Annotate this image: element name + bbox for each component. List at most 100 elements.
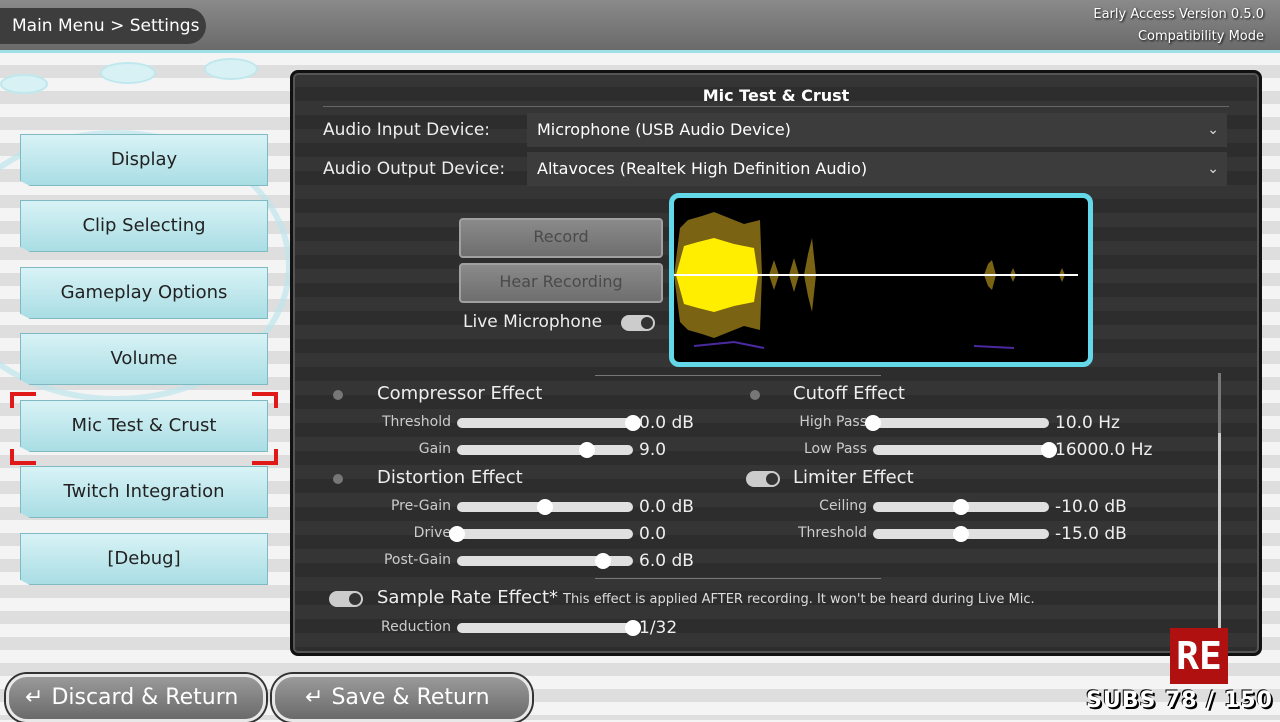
sidebar-item-debug[interactable]: [Debug] [20, 533, 268, 585]
audio-input-label: Audio Input Device: [323, 120, 491, 140]
scrollbar-thumb[interactable] [1218, 433, 1221, 628]
limiter-threshold-label: Threshold [798, 525, 867, 541]
return-arrow-icon: ↵ [25, 685, 44, 710]
drive-slider[interactable] [449, 526, 633, 542]
sidebar-item-gameplay-options[interactable]: Gameplay Options [20, 267, 268, 319]
live-microphone-label: Live Microphone [463, 312, 603, 332]
ceiling-value: -10.0 dB [1055, 497, 1127, 517]
sidebar-item-twitch-integration[interactable]: Twitch Integration [20, 466, 268, 518]
compressor-threshold-label: Threshold [382, 414, 451, 430]
slider-knob[interactable] [953, 499, 969, 515]
cutoff-toggle[interactable] [746, 387, 780, 403]
version-label: Early Access Version 0.5.0 [1093, 7, 1264, 22]
post-gain-slider[interactable] [457, 553, 633, 569]
sidebar-item-label: Display [110, 149, 178, 170]
chevron-down-icon: ⌄ [1207, 161, 1219, 177]
return-arrow-icon: ↵ [305, 685, 324, 710]
sidebar-item-label: Clip Selecting [82, 215, 206, 236]
decor-bubble [0, 74, 48, 94]
decor-bubble [204, 58, 258, 80]
ceiling-label: Ceiling [819, 498, 867, 514]
high-pass-slider[interactable] [865, 415, 1049, 431]
hear-recording-button[interactable]: Hear Recording [459, 263, 663, 303]
panel-title: Mic Test & Crust [702, 86, 850, 105]
cutoff-title: Cutoff Effect [793, 383, 905, 404]
pre-gain-slider[interactable] [457, 499, 633, 515]
slider-knob[interactable] [449, 526, 465, 542]
limiter-title: Limiter Effect [793, 467, 914, 488]
section-divider [595, 375, 881, 376]
discard-return-button[interactable]: ↵ Discard & Return [6, 674, 266, 722]
compressor-gain-label: Gain [418, 441, 451, 457]
slider-knob[interactable] [865, 415, 881, 431]
post-gain-label: Post-Gain [383, 552, 451, 568]
title-divider [323, 106, 1229, 107]
audio-output-label: Audio Output Device: [323, 159, 506, 179]
selection-corner [10, 449, 36, 465]
compressor-threshold-value: 0.0 dB [639, 413, 694, 433]
pre-gain-value: 0.0 dB [639, 497, 694, 517]
slider-knob[interactable] [595, 553, 612, 569]
settings-panel: Mic Test & Crust Audio Input Device: Mic… [290, 70, 1262, 656]
sample-rate-note: This effect is applied AFTER recording. … [563, 592, 1035, 607]
mode-label: Compatibility Mode [1137, 29, 1264, 44]
subscriber-counter: SUBS 78 / 150 [1086, 688, 1273, 713]
high-pass-value: 10.0 Hz [1055, 413, 1120, 433]
chevron-down-icon: ⌄ [1207, 122, 1219, 138]
sidebar-item-volume[interactable]: Volume [20, 333, 268, 385]
slider-knob[interactable] [537, 499, 553, 515]
limiter-toggle[interactable] [746, 471, 780, 487]
low-pass-value: 16000.0 Hz [1055, 440, 1153, 460]
slider-knob[interactable] [579, 442, 596, 458]
sidebar-item-label: Twitch Integration [63, 481, 225, 502]
selection-corner [252, 392, 278, 408]
sidebar-item-label: Mic Test & Crust [71, 415, 217, 436]
top-bar: Main Menu > Settings Early Access Versio… [0, 0, 1280, 53]
sidebar-item-label: Gameplay Options [60, 282, 228, 303]
sidebar-item-display[interactable]: Display [20, 134, 268, 186]
discard-return-label: Discard & Return [51, 685, 239, 710]
sidebar-item-label: Volume [110, 348, 178, 369]
selection-corner [10, 392, 36, 408]
decor-bubble [100, 62, 156, 84]
ceiling-slider[interactable] [873, 499, 1049, 515]
sidebar-item-mic-test[interactable]: Mic Test & Crust [20, 400, 268, 452]
audio-input-select[interactable]: Microphone (USB Audio Device) ⌄ [527, 113, 1227, 147]
compressor-threshold-slider[interactable] [457, 415, 641, 431]
section-divider [595, 578, 881, 579]
channel-logo: RE [1170, 628, 1228, 684]
save-return-button[interactable]: ↵ Save & Return [272, 674, 532, 722]
compressor-gain-value: 9.0 [639, 440, 667, 460]
distortion-toggle[interactable] [329, 471, 363, 487]
low-pass-slider[interactable] [873, 442, 1057, 458]
slider-knob[interactable] [953, 526, 969, 542]
reduction-label: Reduction [381, 619, 451, 635]
waveform-graphic [674, 212, 1078, 349]
audio-output-select[interactable]: Altavoces (Realtek High Definition Audio… [527, 152, 1227, 186]
compressor-gain-slider[interactable] [457, 442, 633, 458]
reduction-value: 1/32 [639, 618, 678, 638]
limiter-threshold-slider[interactable] [873, 526, 1049, 542]
post-gain-value: 6.0 dB [639, 551, 694, 571]
save-return-label: Save & Return [331, 685, 490, 710]
compressor-title: Compressor Effect [377, 383, 543, 404]
compressor-toggle[interactable] [329, 387, 363, 403]
distortion-title: Distortion Effect [377, 467, 523, 488]
drive-value: 0.0 [639, 524, 667, 544]
reduction-slider[interactable] [457, 620, 641, 636]
audio-input-value: Microphone (USB Audio Device) [537, 120, 791, 139]
sidebar-item-clip-selecting[interactable]: Clip Selecting [20, 200, 268, 252]
low-pass-label: Low Pass [804, 441, 867, 457]
record-button[interactable]: Record [459, 218, 663, 258]
live-microphone-toggle[interactable] [621, 315, 655, 331]
audio-output-value: Altavoces (Realtek High Definition Audio… [537, 159, 868, 178]
breadcrumb: Main Menu > Settings [12, 16, 200, 36]
drive-label: Drive [413, 525, 451, 541]
selection-corner [252, 449, 278, 465]
version-info: Early Access Version 0.5.0 Compatibility… [1093, 4, 1264, 48]
high-pass-label: High Pass [799, 414, 867, 430]
sample-rate-toggle[interactable] [329, 591, 363, 607]
limiter-threshold-value: -15.0 dB [1055, 524, 1127, 544]
sample-rate-title: Sample Rate Effect* [377, 587, 559, 608]
pre-gain-label: Pre-Gain [390, 498, 451, 514]
